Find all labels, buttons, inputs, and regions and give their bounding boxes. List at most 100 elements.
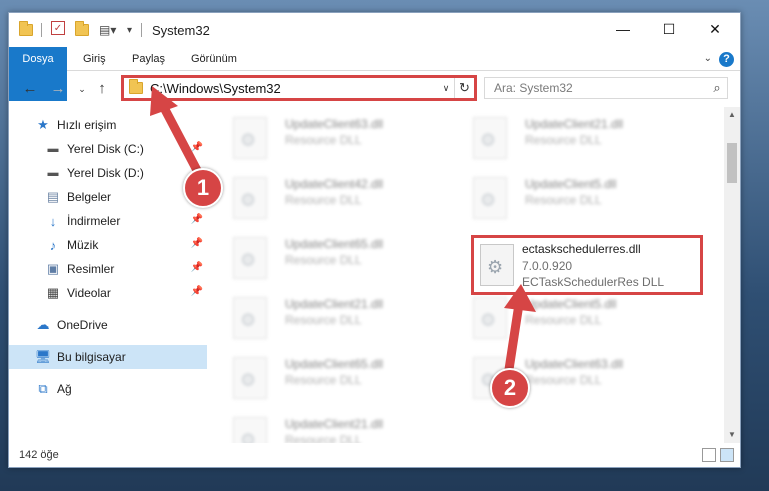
scrollbar-thumb[interactable]	[727, 143, 737, 183]
window-title: System32	[152, 23, 210, 38]
title-bar: ✓ ▤▾ ▾ System32 — ☐ ✕	[9, 13, 740, 47]
help-icon[interactable]: ?	[719, 52, 734, 67]
file-item[interactable]: UpdateClient63.dll Resource DLL	[455, 353, 685, 407]
new-folder-icon[interactable]	[75, 21, 89, 39]
minimize-button[interactable]: —	[600, 13, 646, 45]
drive-icon: ▬	[47, 143, 59, 155]
file-item[interactable]: UpdateClient42.dll Resource DLL	[215, 173, 445, 227]
properties-icon[interactable]: ✓	[51, 21, 65, 35]
download-icon: ↓	[49, 213, 57, 229]
document-icon: ▤	[46, 189, 60, 204]
computer-icon: 🖥	[34, 349, 52, 364]
sidebar-item-downloads[interactable]: ↓ İndirmeler 📌	[9, 209, 207, 233]
up-arrow-icon[interactable]: ↑	[93, 80, 111, 98]
file-list: UpdateClient63.dll Resource DLL UpdateCl…	[215, 113, 720, 443]
item-count: 142 öğe	[19, 449, 59, 461]
file-name: ectaskschedulerres.dll	[522, 242, 641, 256]
sidebar-item-music[interactable]: ♪ Müzik 📌	[9, 233, 207, 257]
dll-file-icon	[233, 357, 267, 399]
pin-icon[interactable]: 📌	[191, 142, 203, 153]
callout-1: 1	[183, 168, 223, 208]
vertical-scrollbar[interactable]: ▲ ▼	[724, 107, 740, 443]
dll-file-icon	[473, 117, 507, 159]
address-bar[interactable]: C:\Windows\System32 ∨ ↻	[121, 75, 477, 101]
sidebar-item-documents[interactable]: ▤ Belgeler	[9, 185, 207, 209]
file-description: ECTaskSchedulerRes DLL	[522, 275, 665, 289]
cloud-icon: ☁	[36, 317, 50, 332]
details-view-icon[interactable]	[702, 448, 716, 462]
file-item[interactable]: UpdateClient65.dll Resource DLL	[215, 233, 445, 287]
file-item[interactable]: UpdateClient5.dll Resource DLL	[455, 173, 685, 227]
file-item[interactable]: UpdateClient65.dll Resource DLL	[215, 353, 445, 407]
sidebar-item-label: Ağ	[57, 382, 72, 396]
highlighted-file-item[interactable]: ectaskschedulerres.dll 7.0.0.920 ECTaskS…	[471, 235, 703, 295]
sidebar-item-videos[interactable]: ▦ Videolar 📌	[9, 281, 207, 305]
sidebar-item-network[interactable]: ⧉ Ağ	[9, 377, 207, 401]
sidebar-item-label: Resimler	[67, 262, 115, 276]
dll-file-icon	[233, 417, 267, 443]
sidebar-item-label: Hızlı erişim	[57, 118, 117, 132]
file-item[interactable]: UpdateClient21.dll Resource DLL	[215, 413, 445, 443]
sidebar-item-pictures[interactable]: ▣ Resimler 📌	[9, 257, 207, 281]
address-path[interactable]: C:\Windows\System32	[150, 81, 438, 96]
drive-icon: ▬	[47, 167, 59, 179]
chevron-down-icon[interactable]: ⌄	[704, 53, 712, 64]
folder-icon	[129, 79, 143, 94]
dll-file-icon	[233, 297, 267, 339]
search-input[interactable]: Ara: System32 ⌕	[484, 77, 728, 99]
tab-share[interactable]: Paylaş	[132, 47, 165, 71]
pin-icon[interactable]: 📌	[191, 214, 203, 225]
file-item[interactable]: UpdateClient5.dll Resource DLL	[455, 293, 685, 347]
quick-access-folder-icon[interactable]	[19, 21, 33, 39]
music-icon: ♪	[49, 237, 57, 253]
tab-view[interactable]: Görünüm	[191, 47, 237, 71]
large-icons-view-icon[interactable]	[720, 448, 734, 462]
ribbon-tabs: Dosya Giriş Paylaş Görünüm ⌄ ?	[9, 47, 740, 101]
scroll-up-icon[interactable]: ▲	[724, 107, 740, 123]
pictures-icon: ▣	[46, 261, 60, 276]
maximize-button[interactable]: ☐	[646, 13, 692, 45]
dll-file-icon	[233, 237, 267, 279]
sidebar-item-local-disk-d[interactable]: ▬ Yerel Disk (D:)	[9, 161, 207, 185]
file-item[interactable]: UpdateClient21.dll Resource DLL	[215, 293, 445, 347]
separator	[141, 21, 142, 39]
pin-icon[interactable]: 📌	[191, 286, 203, 297]
navigation-row: ← → ⌄ ↑ C:\Windows\System32 ∨ ↻ Ara: Sys…	[9, 71, 740, 107]
tab-home[interactable]: Giriş	[83, 47, 106, 71]
callout-2: 2	[490, 368, 530, 408]
video-icon: ▦	[46, 285, 60, 300]
network-icon: ⧉	[38, 381, 48, 396]
explorer-window: ✓ ▤▾ ▾ System32 — ☐ ✕ Dosya Giriş Paylaş…	[8, 12, 741, 468]
recent-locations-chevron-icon[interactable]: ⌄	[73, 80, 91, 98]
sidebar-item-local-disk-c[interactable]: ▬ Yerel Disk (C:) 📌	[9, 137, 207, 161]
chevron-down-icon[interactable]: ▾	[127, 21, 132, 39]
sidebar-item-quick-access[interactable]: ★ Hızlı erişim	[9, 113, 207, 137]
scroll-down-icon[interactable]: ▼	[724, 427, 740, 443]
sidebar-item-label: İndirmeler	[67, 214, 121, 228]
status-bar: 142 öğe	[9, 443, 740, 467]
pin-icon[interactable]: 📌	[191, 238, 203, 249]
sidebar-item-label: OneDrive	[57, 318, 108, 332]
star-icon: ★	[37, 117, 49, 132]
separator	[41, 21, 42, 39]
sidebar-item-this-pc[interactable]: 🖥 Bu bilgisayar	[9, 345, 207, 369]
sidebar-item-onedrive[interactable]: ☁ OneDrive	[9, 313, 207, 337]
sidebar-item-label: Bu bilgisayar	[57, 350, 126, 364]
back-arrow-icon[interactable]: ←	[21, 80, 39, 98]
customize-toolbar-icon[interactable]: ▤▾	[99, 21, 116, 39]
sidebar-item-label: Belgeler	[67, 190, 112, 204]
search-icon[interactable]: ⌕	[707, 80, 727, 96]
file-version: 7.0.0.920	[522, 259, 573, 273]
file-item[interactable]: UpdateClient63.dll Resource DLL	[215, 113, 445, 167]
sidebar-item-label: Yerel Disk (C:)	[67, 142, 144, 156]
close-button[interactable]: ✕	[692, 13, 738, 45]
chevron-down-icon[interactable]: ∨	[438, 83, 454, 94]
file-item[interactable]: UpdateClient21.dll Resource DLL	[455, 113, 685, 167]
search-placeholder[interactable]: Ara: System32	[494, 81, 707, 95]
navigation-pane: ★ Hızlı erişim ▬ Yerel Disk (C:) 📌 ▬ Yer…	[9, 113, 207, 443]
dll-file-icon	[473, 177, 507, 219]
sidebar-item-label: Videolar	[67, 286, 111, 300]
refresh-icon[interactable]: ↻	[454, 78, 474, 98]
pin-icon[interactable]: 📌	[191, 262, 203, 273]
forward-arrow-icon[interactable]: →	[49, 80, 67, 98]
